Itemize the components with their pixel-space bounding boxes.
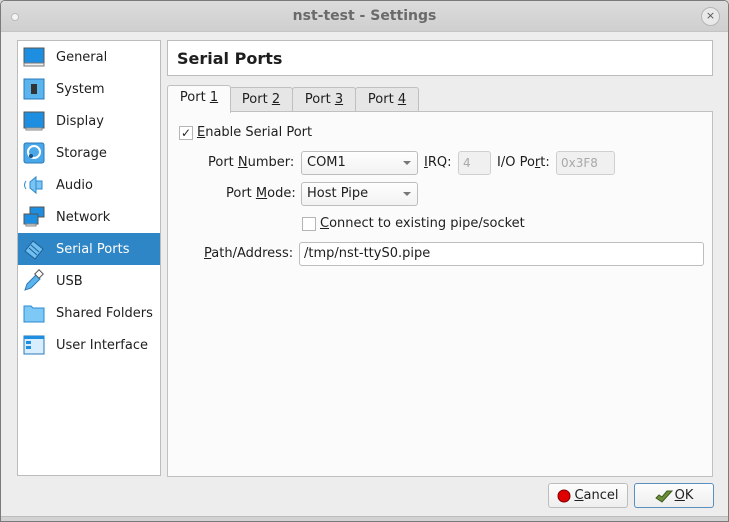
sidebar-item-user-interface[interactable]: User Interface xyxy=(18,329,160,361)
tab-mnemonic: 1 xyxy=(209,90,219,105)
folder-icon xyxy=(22,301,46,325)
tab-label: Port xyxy=(304,92,335,107)
sidebar-item-label: Serial Ports xyxy=(56,241,130,257)
serial-port-icon xyxy=(22,237,46,261)
label-text: Port xyxy=(208,155,238,170)
chevron-down-icon xyxy=(403,161,411,165)
sidebar-item-usb[interactable]: USB xyxy=(18,265,160,297)
cancel-button[interactable]: Cancel xyxy=(548,483,628,508)
path-address-input[interactable]: /tmp/nst-ttyS0.pipe xyxy=(299,242,704,266)
port-number-label: Port Number: xyxy=(208,155,294,170)
tab-label: Port xyxy=(241,92,272,107)
stop-icon xyxy=(557,489,571,502)
sidebar-item-label: Storage xyxy=(56,145,107,161)
tab-label: Port xyxy=(179,90,210,105)
sidebar-item-label: Shared Folders xyxy=(56,305,153,321)
sidebar-item-label: Display xyxy=(56,113,104,129)
sidebar-item-label: Audio xyxy=(56,177,93,193)
settings-window: nst-test - Settings × General System Dis… xyxy=(0,0,729,522)
sidebar-item-general[interactable]: General xyxy=(18,41,160,73)
port-mode-label: Port Mode: xyxy=(226,186,296,201)
io-port-label: I/O Port: xyxy=(497,155,550,170)
display-icon xyxy=(22,109,46,133)
title-bar: nst-test - Settings × xyxy=(1,1,728,32)
tab-port-4[interactable]: Port 4 xyxy=(355,87,419,112)
mnemonic: C xyxy=(320,216,330,231)
label-text: Port xyxy=(226,186,256,201)
tab-mnemonic: 3 xyxy=(334,92,344,107)
tab-port-3[interactable]: Port 3 xyxy=(292,87,356,112)
section-header: Serial Ports xyxy=(167,40,713,76)
tab-mnemonic: 2 xyxy=(271,92,281,107)
window-title: nst-test - Settings xyxy=(292,8,437,24)
connect-existing-label[interactable]: Connect to existing pipe/socket xyxy=(320,216,525,231)
button-label: ancel xyxy=(583,488,619,503)
mnemonic: E xyxy=(197,125,206,140)
disk-icon xyxy=(22,141,46,165)
irq-label: IRQ: xyxy=(424,155,452,170)
sidebar-item-label: USB xyxy=(56,273,83,289)
sidebar-item-display[interactable]: Display xyxy=(18,105,160,137)
tab-port-2[interactable]: Port 2 xyxy=(229,87,293,112)
sidebar-item-system[interactable]: System xyxy=(18,73,160,105)
network-icon xyxy=(22,205,46,229)
label-text: umber: xyxy=(247,155,295,170)
mnemonic: C xyxy=(574,488,584,503)
mnemonic: N xyxy=(237,155,248,170)
button-label: K xyxy=(684,488,694,503)
window-icon xyxy=(22,333,46,357)
tab-label: Port xyxy=(367,92,398,107)
sidebar-item-label: System xyxy=(56,81,105,97)
connect-existing-checkbox[interactable] xyxy=(302,217,316,231)
label-text: onnect to existing pipe/socket xyxy=(329,216,525,231)
selected-value: COM1 xyxy=(307,155,346,170)
port-number-select[interactable]: COM1 xyxy=(301,151,418,175)
path-address-label: Path/Address: xyxy=(204,246,293,261)
io-port-input[interactable]: 0x3F8 xyxy=(556,151,615,175)
sidebar-item-label: Network xyxy=(56,209,111,225)
sidebar-item-network[interactable]: Network xyxy=(18,201,160,233)
speaker-icon xyxy=(22,173,46,197)
label-text: I/O Po xyxy=(497,155,535,170)
sidebar-item-serial-ports[interactable]: Serial Ports xyxy=(18,233,160,265)
monitor-icon xyxy=(22,45,46,69)
irq-input[interactable]: 4 xyxy=(458,151,491,175)
input-value: /tmp/nst-ttyS0.pipe xyxy=(304,246,431,261)
page-title: Serial Ports xyxy=(177,49,283,68)
enable-serial-port-label[interactable]: Enable Serial Port xyxy=(197,125,312,140)
input-value: 0x3F8 xyxy=(561,156,598,170)
sidebar-item-shared-folders[interactable]: Shared Folders xyxy=(18,297,160,329)
sidebar-item-audio[interactable]: Audio xyxy=(18,169,160,201)
chevron-down-icon xyxy=(403,192,411,196)
enable-serial-port-checkbox[interactable]: ✓ xyxy=(179,126,193,140)
label-text: nable Serial Port xyxy=(205,125,313,140)
port-mode-select[interactable]: Host Pipe xyxy=(301,182,418,206)
label-text: RQ: xyxy=(427,155,452,170)
settings-sidebar: General System Display Storage Audio Net… xyxy=(17,40,161,476)
port-settings-panel: ✓ Enable Serial Port Port Number: COM1 I… xyxy=(167,111,713,477)
sidebar-item-label: General xyxy=(56,49,108,65)
chip-icon xyxy=(22,77,46,101)
label-text: t: xyxy=(540,155,550,170)
check-arrow-icon xyxy=(654,490,673,503)
sidebar-item-storage[interactable]: Storage xyxy=(18,137,160,169)
mnemonic: M xyxy=(255,186,268,201)
sidebar-item-label: User Interface xyxy=(56,337,148,353)
tab-mnemonic: 4 xyxy=(397,92,407,107)
input-value: 4 xyxy=(463,156,471,170)
close-icon[interactable]: × xyxy=(701,7,720,26)
window-bottom-border xyxy=(1,516,728,521)
ok-button[interactable]: OK xyxy=(634,483,714,508)
label-text: ode: xyxy=(267,186,296,201)
selected-value: Host Pipe xyxy=(307,186,369,201)
mnemonic: O xyxy=(674,488,685,503)
usb-icon xyxy=(22,269,46,293)
label-text: ath/Address: xyxy=(211,246,294,261)
tab-port-1[interactable]: Port 1 xyxy=(167,85,231,113)
